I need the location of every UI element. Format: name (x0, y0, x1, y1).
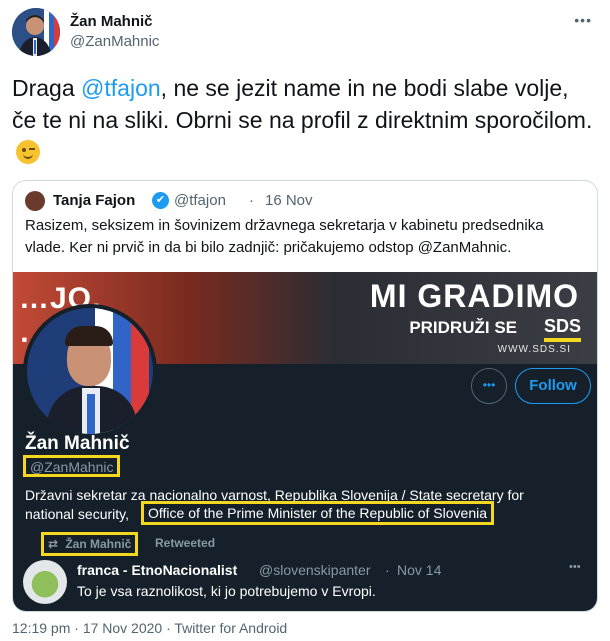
banner-headline: MI GRADIMO (369, 278, 579, 314)
quoted-tweet[interactable]: Tanja Fajon ✔ @tfajon · 16 Nov Rasizem, … (12, 180, 598, 612)
verified-icon: ✔ (152, 192, 169, 209)
tweet-timestamp[interactable]: 12:19 pm · 17 Nov 2020 · Twitter for And… (12, 620, 287, 636)
feed-author-avatar (23, 560, 67, 604)
profile-bio-highlighted: Office of the Prime Minister of the Repu… (141, 501, 495, 525)
retweeted-label: Retweeted (155, 536, 216, 550)
quoted-date: 16 Nov (265, 192, 313, 209)
feed-author-handle: @slovenskipanter (259, 562, 371, 578)
profile-bio-line2: national security, (25, 506, 130, 522)
quoted-text: Rasizem, seksizem in šovinizem državnega… (25, 217, 544, 256)
feed-text: To je vsa raznolikost, ki jo potrebujemo… (77, 583, 376, 599)
feed-author-name: franca - EtnoNacionalist (77, 562, 238, 578)
quoted-author-handle: @tfajon (174, 192, 226, 209)
retweet-icon: ⇄ (48, 537, 59, 551)
mention-link[interactable]: @tfajon (81, 75, 161, 101)
embedded-profile-screenshot: …JO, …EJO... MI GRADIMO PRIDRUŽI SE SDS … (13, 272, 597, 611)
more-options-icon[interactable]: ••• (574, 12, 592, 28)
feed-more-icon: ••• (569, 561, 581, 573)
profile-name: Žan Mahnič (25, 433, 130, 454)
banner-sds-logo: SDS (543, 316, 581, 342)
retweeted-by-name: Žan Mahnič (65, 537, 132, 551)
profile-handle-highlighted: @ZanMahnic (23, 455, 121, 477)
profile-more-icon: ••• (471, 368, 507, 404)
banner-subline: PRIDRUŽI SE (409, 318, 517, 337)
banner-url: WWW.SDS.SI (497, 344, 571, 355)
feed-date: Nov 14 (397, 562, 442, 578)
retweeted-by-highlighted: ⇄ Žan Mahnič (41, 532, 139, 556)
author-name[interactable]: Žan Mahnič (70, 13, 153, 30)
author-handle[interactable]: @ZanMahnic (70, 33, 159, 50)
quoted-separator: · (249, 192, 254, 209)
profile-picture (23, 304, 157, 438)
follow-button: Follow (515, 368, 591, 404)
quoted-author-name: Tanja Fajon (53, 192, 136, 209)
tweet-text-start: Draga (12, 75, 82, 101)
quoted-author-avatar (25, 191, 45, 211)
tweet-text: Draga @tfajon, ne se jezit name in ne bo… (12, 72, 598, 168)
author-avatar[interactable] (12, 8, 60, 56)
winking-face-icon (16, 140, 40, 164)
feed-separator: · (385, 562, 390, 578)
